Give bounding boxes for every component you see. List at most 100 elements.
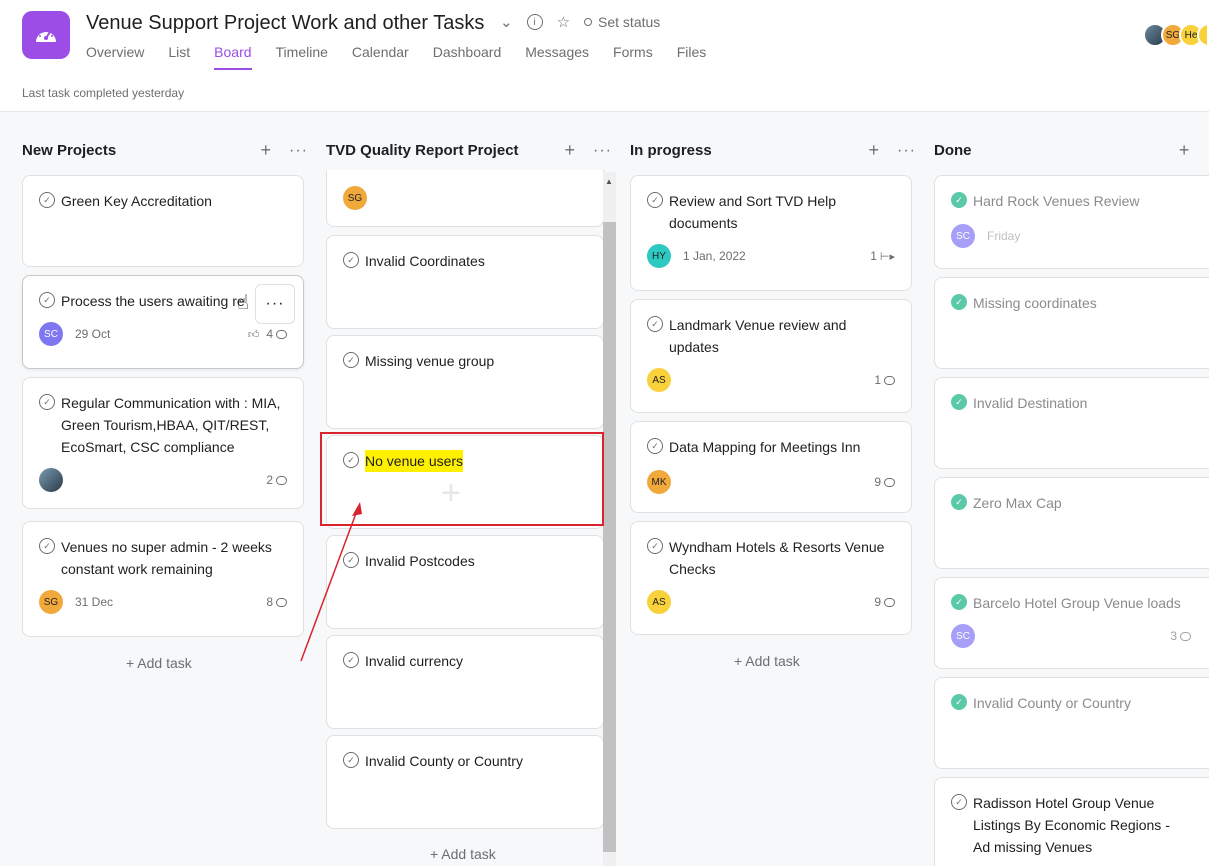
check-icon[interactable]: ✓: [647, 316, 663, 332]
add-icon[interactable]: +: [565, 140, 576, 161]
info-icon[interactable]: i: [526, 14, 543, 30]
member-avatars[interactable]: SG He: [1143, 23, 1209, 47]
likes-count[interactable]: 👍︎ 4: [248, 327, 287, 341]
comments-count[interactable]: 8: [266, 595, 287, 609]
task-name: Invalid County or Country: [365, 753, 523, 769]
check-icon[interactable]: ✓: [39, 538, 55, 554]
star-icon[interactable]: ☆: [557, 13, 570, 31]
project-icon[interactable]: [22, 11, 70, 59]
task-card[interactable]: ✓ Missing coordinates: [934, 277, 1209, 369]
check-icon[interactable]: ✓: [39, 192, 55, 208]
comments-count[interactable]: 3: [1170, 629, 1191, 643]
add-task-button[interactable]: + Add task: [126, 655, 192, 671]
check-icon[interactable]: ✓: [951, 694, 967, 710]
due-date: 29 Oct: [75, 327, 111, 341]
check-icon[interactable]: ✓: [951, 494, 967, 510]
tab-overview[interactable]: Overview: [86, 44, 144, 70]
scroll-thumb[interactable]: [603, 222, 616, 852]
more-icon[interactable]: ···: [897, 142, 916, 160]
avatar[interactable]: SG: [343, 186, 367, 210]
avatar[interactable]: HY: [647, 244, 671, 268]
task-card[interactable]: ✓ Data Mapping for Meetings Inn MK 9: [630, 421, 912, 513]
comment-icon: [884, 597, 895, 607]
tab-messages[interactable]: Messages: [525, 44, 589, 70]
column-in-progress: In progress + ··· ✓ Review and Sort TVD …: [630, 112, 916, 866]
task-card[interactable]: ✓ Invalid County or Country: [326, 735, 604, 829]
task-card[interactable]: ✓ Hard Rock Venues Review SC Friday: [934, 175, 1209, 269]
avatar[interactable]: SC: [951, 624, 975, 648]
task-card[interactable]: ✓ Review and Sort TVD Help documents HY …: [630, 175, 912, 291]
task-name: Landmark Venue review and updates: [669, 317, 847, 355]
check-icon[interactable]: ✓: [951, 794, 967, 810]
task-card[interactable]: ✓ Invalid County or Country: [934, 677, 1209, 769]
task-card[interactable]: ✓ Zero Max Cap: [934, 477, 1209, 569]
check-icon[interactable]: ✓: [951, 192, 967, 208]
subtasks-count[interactable]: 1 ⊢▸: [870, 249, 895, 263]
comments-count[interactable]: 9: [874, 595, 895, 609]
task-card[interactable]: SG: [326, 170, 604, 227]
check-icon[interactable]: ✓: [343, 752, 359, 768]
tab-calendar[interactable]: Calendar: [352, 44, 409, 70]
check-icon[interactable]: ✓: [39, 292, 55, 308]
more-icon[interactable]: ···: [593, 142, 612, 160]
tab-forms[interactable]: Forms: [613, 44, 653, 70]
subtask-icon: ⊢▸: [879, 250, 895, 263]
task-name: Data Mapping for Meetings Inn: [669, 439, 861, 455]
hand-cursor-icon: ☝︎: [237, 292, 250, 314]
task-card[interactable]: ✓ Invalid Coordinates: [326, 235, 604, 329]
tab-list[interactable]: List: [168, 44, 190, 70]
add-icon[interactable]: +: [261, 140, 272, 161]
task-card[interactable]: ✓ Regular Communication with : MIA, Gree…: [22, 377, 304, 509]
add-icon[interactable]: +: [1179, 140, 1190, 161]
avatar[interactable]: MK: [647, 470, 671, 494]
check-icon[interactable]: ✓: [647, 192, 663, 208]
task-card[interactable]: ✓ Green Key Accreditation: [22, 175, 304, 267]
column-title: TVD Quality Report Project: [326, 142, 519, 159]
add-task-button[interactable]: + Add task: [734, 653, 800, 669]
chevron-down-icon[interactable]: ⌄: [500, 13, 513, 31]
task-card[interactable]: ✓ Wyndham Hotels & Resorts Venue Checks …: [630, 521, 912, 635]
card-more-button[interactable]: ···: [255, 284, 295, 324]
column-done: Done + ·· ✓ Hard Rock Venues Review SC F…: [934, 112, 1209, 866]
task-card[interactable]: ✓ Process the users awaiting re SC 29 Oc…: [22, 275, 304, 369]
avatar[interactable]: SG: [39, 590, 63, 614]
task-card[interactable]: ✓ Invalid Destination: [934, 377, 1209, 469]
task-card[interactable]: ✓ Invalid currency: [326, 635, 604, 729]
check-icon[interactable]: ✓: [343, 352, 359, 368]
project-title[interactable]: Venue Support Project Work and other Tas…: [86, 12, 484, 35]
check-icon[interactable]: ✓: [951, 394, 967, 410]
board: New Projects + ··· ✓ Green Key Accredita…: [0, 112, 1209, 866]
add-task-button[interactable]: + Add task: [430, 846, 496, 862]
scroll-up-icon[interactable]: ▲: [605, 177, 613, 186]
avatar[interactable]: AS: [647, 368, 671, 392]
tab-board[interactable]: Board: [214, 44, 252, 70]
task-name: Review and Sort TVD Help documents: [669, 193, 837, 231]
check-icon[interactable]: ✓: [951, 594, 967, 610]
task-card[interactable]: ✓ Invalid Postcodes: [326, 535, 604, 629]
tab-dashboard[interactable]: Dashboard: [433, 44, 502, 70]
comments-count[interactable]: 1: [874, 373, 895, 387]
avatar[interactable]: SC: [951, 224, 975, 248]
tab-timeline[interactable]: Timeline: [276, 44, 328, 70]
tab-files[interactable]: Files: [677, 44, 707, 70]
add-icon[interactable]: +: [869, 140, 880, 161]
avatar[interactable]: SC: [39, 322, 63, 346]
check-icon[interactable]: ✓: [343, 252, 359, 268]
column-scrollbar[interactable]: ▲: [603, 172, 616, 866]
comments-count[interactable]: 9: [874, 475, 895, 489]
avatar[interactable]: AS: [647, 590, 671, 614]
task-card[interactable]: ✓ Venues no super admin - 2 weeks consta…: [22, 521, 304, 637]
task-card[interactable]: ✓ Missing venue group: [326, 335, 604, 429]
comments-value: 9: [874, 475, 881, 489]
check-icon[interactable]: ✓: [647, 538, 663, 554]
task-card[interactable]: ✓ Barcelo Hotel Group Venue loads SC 3: [934, 577, 1209, 669]
avatar-photo[interactable]: [39, 468, 63, 492]
check-icon[interactable]: ✓: [951, 294, 967, 310]
check-icon[interactable]: ✓: [39, 394, 55, 410]
task-card[interactable]: ✓ Radisson Hotel Group Venue Listings By…: [934, 777, 1209, 866]
comments-count[interactable]: 2: [266, 473, 287, 487]
check-icon[interactable]: ✓: [647, 438, 663, 454]
task-card[interactable]: ✓ Landmark Venue review and updates AS 1: [630, 299, 912, 413]
more-icon[interactable]: ···: [289, 142, 308, 160]
set-status-button[interactable]: Set status: [584, 14, 660, 30]
